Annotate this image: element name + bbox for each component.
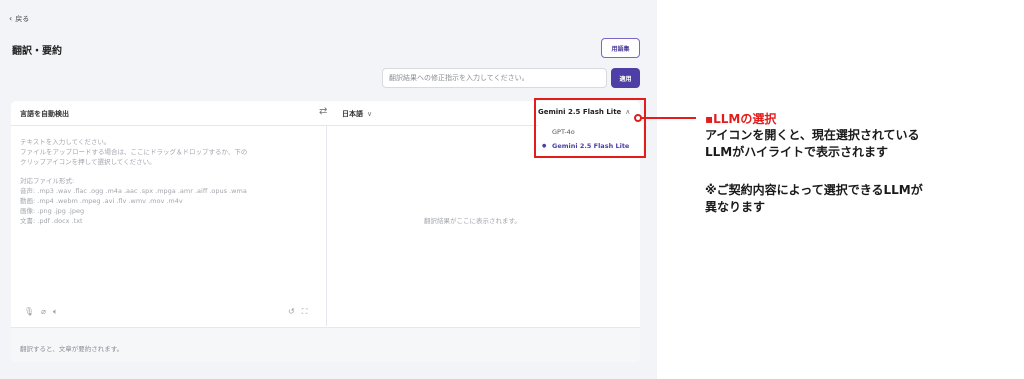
- source-language-select[interactable]: 言語を自動検出: [20, 109, 69, 119]
- output-placeholder: 翻訳結果がここに表示されます。: [424, 217, 521, 225]
- expand-icon[interactable]: ⛶: [302, 307, 308, 317]
- image-formats: 画像: .png .jpg .jpeg: [20, 207, 85, 215]
- translation-app: ‹ 戻る 翻訳・要約 用語集 適用 言語を自動検出 ⇄ 日本語 ∨ テキストを入…: [0, 0, 657, 379]
- annotation-body: アイコンを開くと、現在選択されている LLMがハイライトで表示されます: [705, 127, 1015, 161]
- chevron-left-icon: ‹: [9, 14, 13, 23]
- apply-button[interactable]: 適用: [611, 68, 640, 88]
- swap-languages-icon[interactable]: ⇄: [319, 106, 327, 117]
- annotation-line: ※ご契約内容によって選択できるLLMが: [705, 183, 923, 197]
- input-hint-line: テキストを入力してください。: [20, 138, 111, 146]
- annotation-line: アイコンを開くと、現在選択されている: [705, 128, 920, 142]
- summary-placeholder: 翻訳すると、文章が要約されます。: [20, 345, 124, 353]
- video-formats: 動画: .mp4 .webm .mpeg .avi .flv .wmv .mov…: [20, 197, 183, 205]
- target-language-label: 日本語: [342, 110, 363, 118]
- annotation-dot: [634, 114, 642, 122]
- target-language-select[interactable]: 日本語 ∨: [342, 109, 372, 119]
- back-label: 戻る: [15, 15, 30, 23]
- annotation-connector: [640, 117, 696, 119]
- annotation-line: LLMがハイライトで表示されます: [705, 145, 888, 159]
- summary-bar: 翻訳すると、文章が要約されます。: [11, 327, 640, 362]
- annotation-title: ▪LLMの選択: [705, 112, 777, 126]
- input-toolbar: 🎙︎ ⌀ 🔈︎: [24, 307, 58, 317]
- chevron-down-icon: ∨: [367, 110, 373, 118]
- annotation-note: ※ご契約内容によって選択できるLLMが 異なります: [705, 182, 1015, 216]
- annotation-highlight-box: [534, 98, 646, 158]
- history-icon[interactable]: ↺: [288, 307, 295, 317]
- input-hint-line: ファイルをアップロードする場合は、ここにドラッグ＆ドロップするか、下の: [20, 148, 248, 156]
- panel-divider: [326, 126, 327, 326]
- annotation-line: 異なります: [705, 200, 766, 214]
- glossary-button[interactable]: 用語集: [601, 38, 640, 58]
- correction-instruction-input[interactable]: [382, 68, 607, 88]
- speaker-icon[interactable]: 🔈︎: [53, 307, 58, 317]
- document-formats: 文書: .pdf .docx .txt: [20, 217, 83, 225]
- source-text-area[interactable]: テキストを入力してください。 ファイルをアップロードする場合は、ここにドラッグ＆…: [20, 137, 315, 226]
- page-title: 翻訳・要約: [12, 46, 62, 57]
- back-link[interactable]: ‹ 戻る: [9, 14, 29, 24]
- input-toolbar-right: ↺ ⛶: [288, 307, 307, 317]
- audio-formats: 音声: .mp3 .wav .flac .ogg .m4a .aac .spx …: [20, 187, 247, 195]
- microphone-icon[interactable]: 🎙︎: [24, 307, 34, 317]
- input-hint-line: クリップアイコンを押して選択してください。: [20, 158, 156, 166]
- formats-title: 対応ファイル形式:: [20, 177, 75, 185]
- paperclip-icon[interactable]: ⌀: [41, 307, 46, 317]
